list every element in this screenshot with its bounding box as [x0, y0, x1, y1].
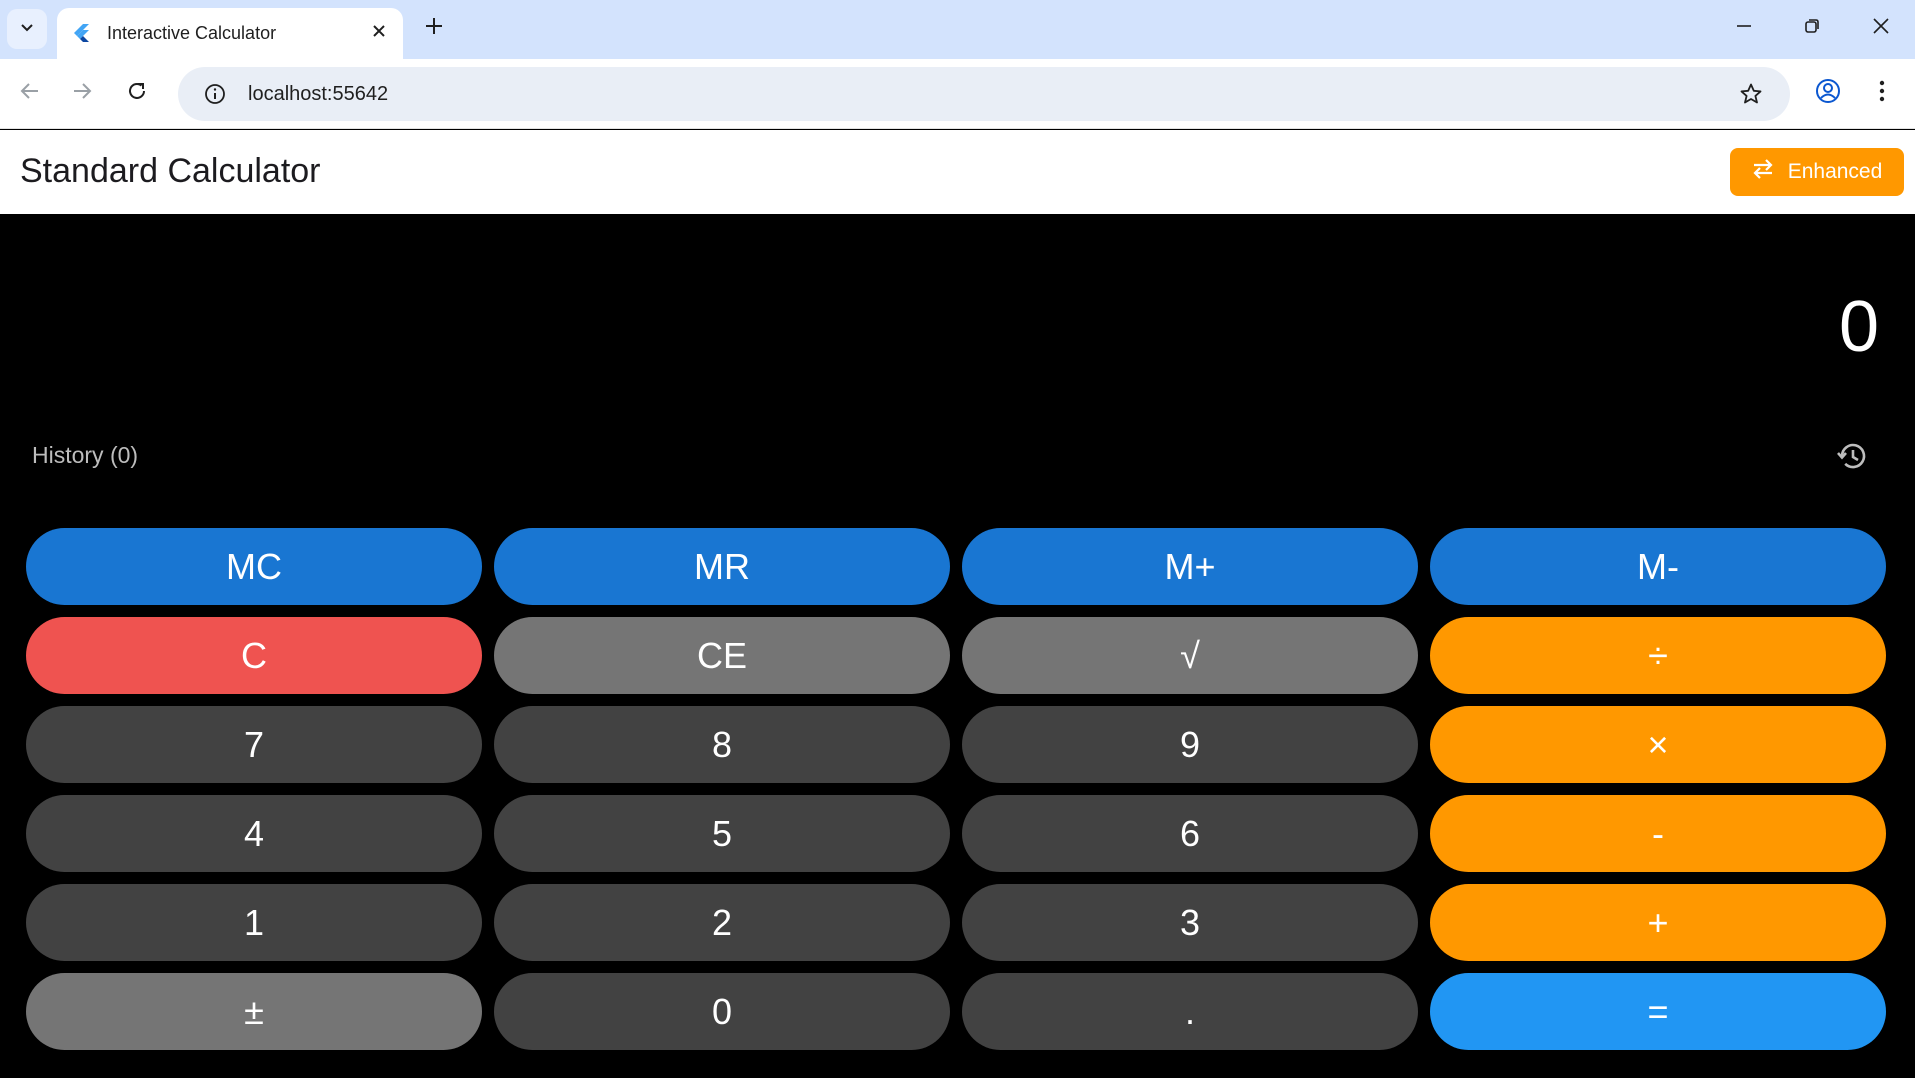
equals-button[interactable]: =: [1430, 973, 1886, 1050]
minimize-icon: [1736, 18, 1752, 39]
memory-add-button[interactable]: M+: [962, 528, 1418, 605]
arrow-right-icon: [71, 80, 93, 107]
reload-button[interactable]: [117, 73, 157, 113]
add-button[interactable]: +: [1430, 884, 1886, 961]
info-icon[interactable]: [178, 67, 226, 121]
tab-title: Interactive Calculator: [107, 23, 277, 43]
digit-2-button[interactable]: 2: [494, 884, 950, 961]
clear-entry-button[interactable]: CE: [494, 617, 950, 694]
back-button[interactable]: [10, 73, 50, 113]
history-label: History (0): [32, 442, 139, 468]
reload-icon: [126, 80, 148, 107]
keypad: MC MR M+ M- C CE √ ÷ 7 8 9 × 4 5 6- 1 2 3 + ±0. =: [26, 528, 1886, 1050]
tab-search-button[interactable]: [7, 9, 47, 49]
subtract-button[interactable]: -: [1430, 795, 1886, 872]
address-bar[interactable]: localhost:55642: [178, 67, 1790, 121]
memory-clear-button[interactable]: MC: [26, 528, 482, 605]
star-icon[interactable]: [1728, 71, 1774, 117]
browser-tab[interactable]: Interactive Calculator: [57, 8, 403, 59]
browser-menu-button[interactable]: [1862, 73, 1902, 113]
browser-tabstrip: Interactive Calculator: [0, 0, 1915, 59]
chevron-down-icon: [19, 19, 35, 40]
digit-7-button[interactable]: 7: [26, 706, 482, 783]
new-tab-button[interactable]: [418, 12, 450, 44]
digit-4-button[interactable]: 4: [26, 795, 482, 872]
calculator-display: 0: [1838, 287, 1879, 367]
url-text[interactable]: localhost:55642: [248, 83, 1728, 106]
close-window-button[interactable]: [1847, 0, 1915, 57]
history-button[interactable]: [1832, 438, 1872, 478]
digit-1-button[interactable]: 1: [26, 884, 482, 961]
arrow-left-icon: [19, 80, 41, 107]
close-icon: [1873, 18, 1889, 39]
swap-arrows-icon: [1752, 159, 1774, 185]
page-title: Standard Calculator: [20, 152, 321, 190]
divide-button[interactable]: ÷: [1430, 617, 1886, 694]
plus-icon: [425, 17, 443, 40]
digit-3-button[interactable]: 3: [962, 884, 1418, 961]
app-bar: Standard Calculator Enhanced: [0, 130, 1915, 214]
digit-9-button[interactable]: 9: [962, 706, 1418, 783]
clear-button[interactable]: C: [26, 617, 482, 694]
memory-recall-button[interactable]: MR: [494, 528, 950, 605]
decimal-button[interactable]: .: [962, 973, 1418, 1050]
restore-icon: [1804, 18, 1820, 39]
digit-0-button[interactable]: 0: [494, 973, 950, 1050]
enhanced-mode-button[interactable]: Enhanced: [1730, 148, 1904, 196]
profile-button[interactable]: [1808, 73, 1848, 113]
plus-minus-button[interactable]: ±: [26, 973, 482, 1050]
browser-toolbar: localhost:55642: [0, 59, 1915, 129]
restore-button[interactable]: [1778, 0, 1846, 57]
square-root-button[interactable]: √: [962, 617, 1418, 694]
digit-6-button[interactable]: 6: [962, 795, 1418, 872]
minimize-button[interactable]: [1710, 0, 1778, 57]
tab-close-button[interactable]: [363, 18, 395, 50]
enhanced-mode-label: Enhanced: [1787, 160, 1883, 183]
close-icon: [372, 24, 386, 43]
digit-5-button[interactable]: 5: [494, 795, 950, 872]
kebab-menu-icon: [1879, 80, 1885, 107]
forward-button[interactable]: [62, 73, 102, 113]
digit-8-button[interactable]: 8: [494, 706, 950, 783]
flutter-icon: [71, 23, 91, 44]
multiply-button[interactable]: ×: [1430, 706, 1886, 783]
memory-subtract-button[interactable]: M-: [1430, 528, 1886, 605]
history-icon: [1836, 440, 1868, 477]
profile-icon: [1815, 78, 1841, 109]
